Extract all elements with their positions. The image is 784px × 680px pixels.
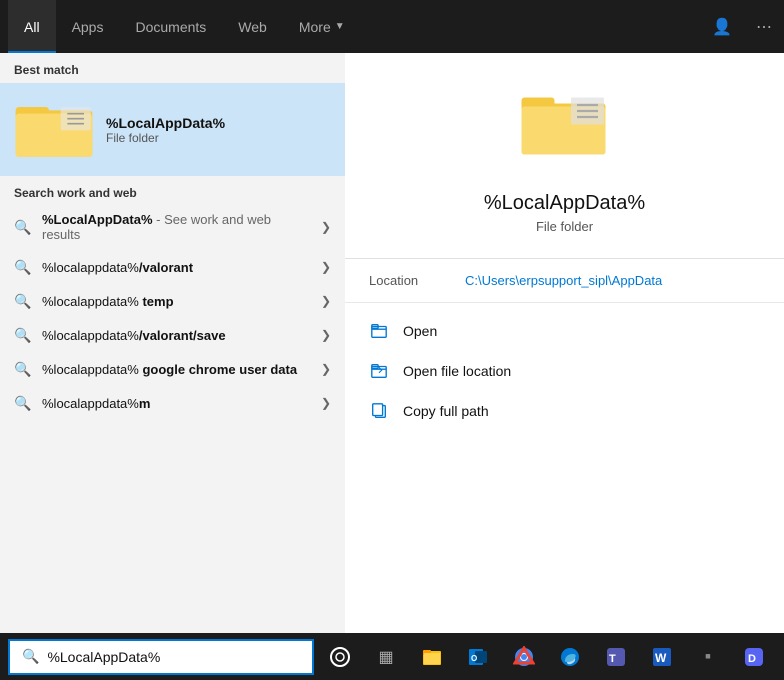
search-icon-4: 🔍 [14,360,32,378]
best-match-type: File folder [106,131,225,145]
search-item-0[interactable]: 🔍 %LocalAppData% - See work and web resu… [0,204,345,250]
taskbar-icons: ▦ O [318,635,776,679]
taskbar-chrome[interactable] [502,635,546,679]
tab-web[interactable]: Web [222,0,283,53]
taskbar-edge[interactable] [548,635,592,679]
folder-icon [14,91,94,168]
location-label: Location [369,273,449,288]
tab-documents[interactable]: Documents [119,0,222,53]
search-item-4[interactable]: 🔍 %localappdata% google chrome user data… [0,352,345,386]
search-bar-icon: 🔍 [22,648,39,665]
svg-text:W: W [655,651,667,665]
left-panel: Best match %LocalAppData% File folder Se… [0,53,345,633]
tab-all[interactable]: All [8,0,56,53]
tab-more[interactable]: More ▼ [283,0,361,53]
result-title: %LocalAppData% [484,192,645,215]
taskbar-extra[interactable]: ▪ [686,635,730,679]
search-icon-3: 🔍 [14,326,32,344]
action-copy-full-path[interactable]: Copy full path [345,391,784,431]
result-subtitle: File folder [536,219,593,234]
best-match-name: %LocalAppData% [106,115,225,131]
search-item-text-5: %localappdata%m [42,396,311,411]
taskbar-search[interactable] [318,635,362,679]
open-icon [369,321,389,341]
best-match-item[interactable]: %LocalAppData% File folder [0,83,345,176]
action-list: Open Open file location [345,303,784,439]
search-item-2[interactable]: 🔍 %localappdata% temp ❯ [0,284,345,318]
chevron-icon-2: ❯ [321,294,331,308]
search-input[interactable] [47,649,300,665]
action-open-file-location[interactable]: Open file location [345,351,784,391]
location-row: Location C:\Users\erpsupport_sipl\AppDat… [345,259,784,303]
top-navigation: All Apps Documents Web More ▼ 👤 ⋯ [0,0,784,53]
search-web-label: Search work and web [0,176,345,204]
best-match-label: Best match [0,53,345,83]
svg-text:O: O [471,654,477,663]
search-item-text-2: %localappdata% temp [42,294,311,309]
nav-icons: 👤 ⋯ [708,13,776,41]
chevron-icon-1: ❯ [321,260,331,274]
search-icon-0: 🔍 [14,218,32,236]
search-icon-5: 🔍 [14,394,32,412]
taskbar: 🔍 ▦ O [0,633,784,680]
search-icon-2: 🔍 [14,292,32,310]
chevron-icon-4: ❯ [321,362,331,376]
open-file-location-label: Open file location [403,363,511,379]
svg-text:T: T [609,653,616,665]
taskbar-teams[interactable]: T [594,635,638,679]
taskbar-file-explorer[interactable] [410,635,454,679]
svg-text:D: D [748,653,756,665]
open-label: Open [403,323,437,339]
right-panel: %LocalAppData% File folder Location C:\U… [345,53,784,633]
search-item-5[interactable]: 🔍 %localappdata%m ❯ [0,386,345,420]
location-value[interactable]: C:\Users\erpsupport_sipl\AppData [465,273,662,288]
action-open[interactable]: Open [345,311,784,351]
best-match-text: %LocalAppData% File folder [106,115,225,145]
taskbar-task-view[interactable]: ▦ [364,635,408,679]
chevron-icon-5: ❯ [321,396,331,410]
main-layout: Best match %LocalAppData% File folder Se… [0,53,784,633]
search-item-1[interactable]: 🔍 %localappdata%/valorant ❯ [0,250,345,284]
open-file-location-icon [369,361,389,381]
taskbar-discord[interactable]: D [732,635,776,679]
copy-full-path-icon [369,401,389,421]
chevron-icon-0: ❯ [321,220,331,234]
chevron-down-icon: ▼ [335,21,345,32]
tab-apps[interactable]: Apps [56,0,120,53]
search-item-text-0: %LocalAppData% - See work and web result… [42,212,311,242]
search-item-text-3: %localappdata%/valorant/save [42,328,311,343]
search-icon-1: 🔍 [14,258,32,276]
result-folder-icon [520,83,610,176]
search-item-text-4: %localappdata% google chrome user data [42,362,311,377]
more-options-icon[interactable]: ⋯ [752,13,776,41]
search-item-text-1: %localappdata%/valorant [42,260,311,275]
search-item-3[interactable]: 🔍 %localappdata%/valorant/save ❯ [0,318,345,352]
copy-full-path-label: Copy full path [403,403,489,419]
user-icon[interactable]: 👤 [708,13,736,41]
taskbar-outlook[interactable]: O [456,635,500,679]
chevron-icon-3: ❯ [321,328,331,342]
search-bar[interactable]: 🔍 [8,639,314,675]
taskbar-word[interactable]: W [640,635,684,679]
